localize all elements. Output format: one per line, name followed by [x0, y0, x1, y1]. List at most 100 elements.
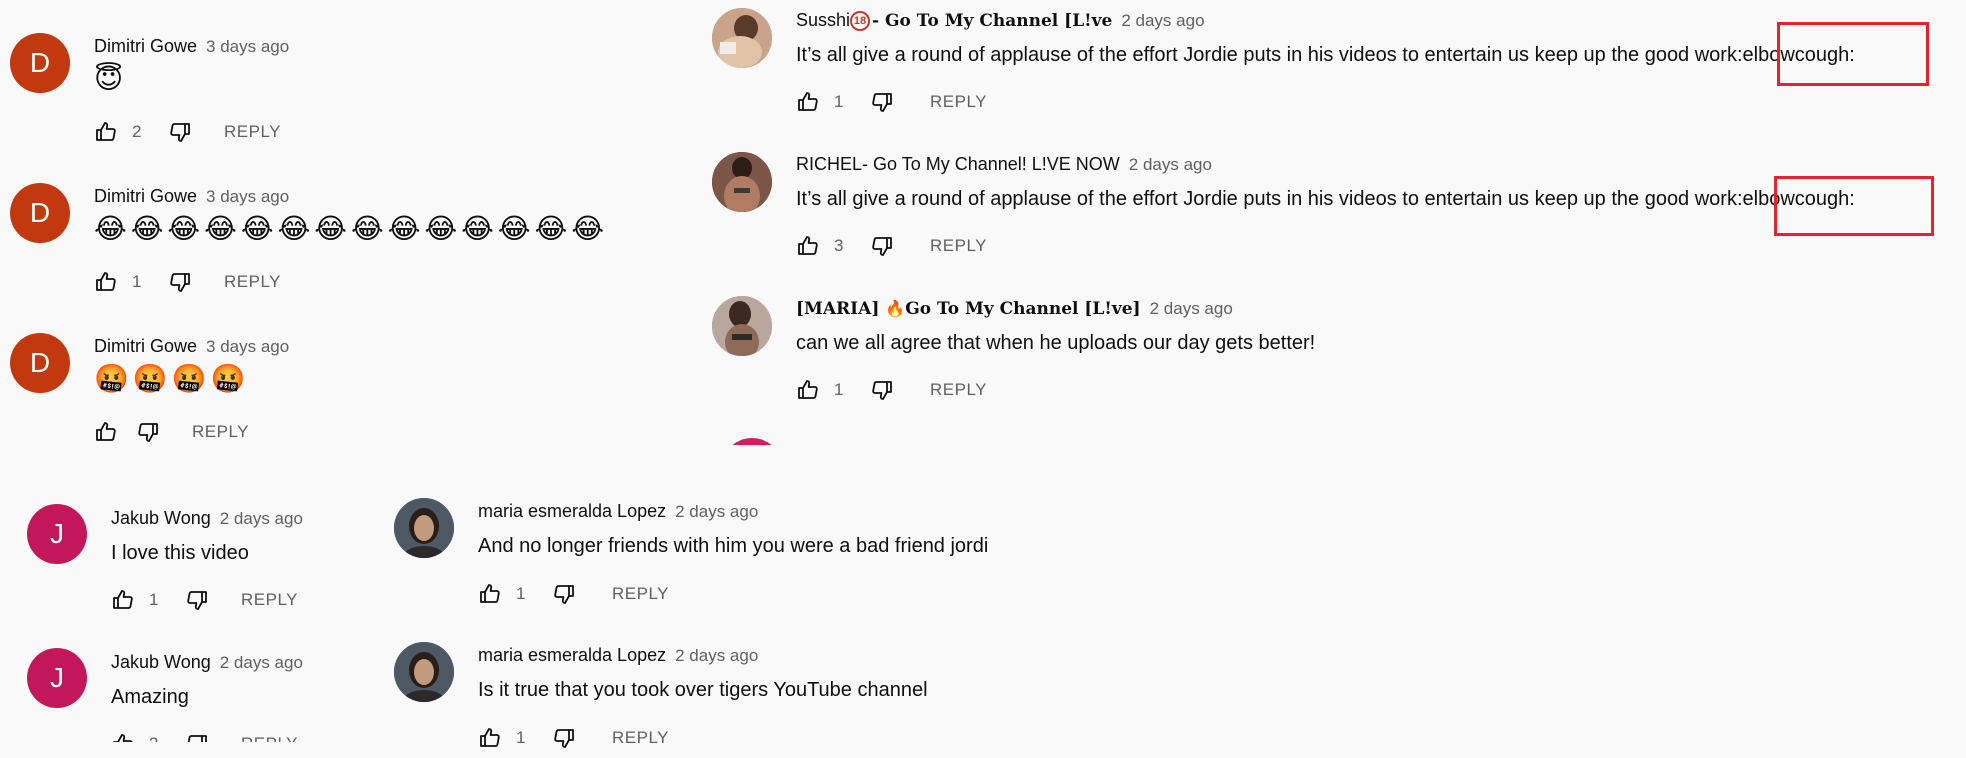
like-icon[interactable] — [92, 268, 120, 296]
reply-button[interactable]: REPLY — [241, 590, 298, 610]
comment-author[interactable]: RICHEL- Go To My Channel! L!VE NOW — [796, 154, 1120, 174]
comment-time[interactable]: 2 days ago — [675, 646, 758, 665]
avatar-letter: D — [29, 47, 51, 78]
reply-button[interactable]: REPLY — [224, 272, 281, 292]
avatar[interactable]: J — [27, 504, 87, 564]
comment-author[interactable]: Dimitri Gowe — [94, 336, 197, 356]
comment-time[interactable]: 2 days ago — [1121, 11, 1204, 30]
comment-text: Amazing — [111, 686, 189, 708]
dislike-icon[interactable] — [868, 232, 896, 260]
comment-author[interactable]: [MARIA] 🔥Go To My Channel [L!ve] — [796, 298, 1141, 319]
comment-item: maria esmeralda Lopez 2 days ago And no … — [380, 470, 1120, 614]
comment-text: It’s all give a round of applause of the… — [796, 44, 1855, 66]
comment-author[interactable]: Jakub Wong — [111, 652, 211, 672]
comment-time[interactable]: 2 days ago — [220, 653, 303, 672]
reply-button[interactable]: REPLY — [192, 422, 249, 442]
reply-button[interactable]: REPLY — [930, 92, 987, 112]
comment-actions: 1 REPLY — [109, 586, 298, 614]
comment-time[interactable]: 2 days ago — [1150, 299, 1233, 318]
dislike-icon[interactable] — [166, 118, 194, 146]
age-18-badge: 18 — [850, 11, 871, 32]
like-icon[interactable] — [476, 580, 504, 608]
comment-item: J Jakub Wong 2 days ago I love this vide… — [0, 470, 380, 614]
reply-button[interactable]: REPLY — [612, 584, 669, 604]
comment-header: [MARIA] 🔥Go To My Channel [L!ve] 2 days … — [796, 298, 1233, 319]
dislike-icon[interactable] — [183, 730, 211, 742]
avatar[interactable]: D — [10, 183, 70, 243]
comment-time[interactable]: 2 days ago — [1129, 155, 1212, 174]
author-name-part: Susshi — [796, 10, 851, 30]
like-icon[interactable] — [476, 724, 504, 752]
comment-time[interactable]: 3 days ago — [206, 37, 289, 56]
like-icon[interactable] — [109, 730, 137, 742]
reply-button[interactable]: REPLY — [224, 122, 281, 142]
comment-author[interactable]: Jakub Wong — [111, 508, 211, 528]
avatar[interactable] — [712, 296, 772, 356]
like-count: 1 — [834, 380, 844, 399]
comment-author[interactable]: Susshi 18- Go To My Channel [L!ve — [796, 10, 1113, 32]
dislike-icon[interactable] — [134, 418, 162, 445]
avatar-photo — [712, 152, 772, 212]
comment-text: can we all agree that when he uploads ou… — [796, 332, 1316, 354]
avatar[interactable]: D — [10, 33, 70, 93]
avatar-letter: D — [29, 347, 51, 378]
like-count: 1 — [516, 728, 526, 747]
like-icon[interactable] — [794, 88, 822, 116]
dislike-icon[interactable] — [550, 580, 578, 608]
comment-item: J Jakub Wong 2 days ago Amazing 2 REPLY — [0, 614, 380, 742]
comment-actions: 1 REPLY — [794, 376, 987, 404]
comment-header: Dimitri Gowe 3 days ago — [94, 36, 289, 57]
avatar[interactable] — [712, 152, 772, 212]
comment-time[interactable]: 3 days ago — [206, 187, 289, 206]
comment-actions: 1 REPLY — [476, 580, 669, 608]
comment-time[interactable]: 2 days ago — [220, 509, 303, 528]
like-count: 1 — [149, 590, 159, 609]
dislike-icon[interactable] — [550, 724, 578, 752]
dislike-icon[interactable] — [868, 88, 896, 116]
dislike-icon[interactable] — [166, 268, 194, 296]
comment-author[interactable]: maria esmeralda Lopez — [478, 501, 666, 521]
like-count: 2 — [132, 122, 142, 141]
comment-actions: 3 REPLY — [794, 232, 987, 260]
comment-time[interactable]: 3 days ago — [206, 337, 289, 356]
reply-button[interactable]: REPLY — [930, 236, 987, 256]
avatar[interactable] — [394, 642, 454, 702]
comment-header: Jakub Wong 2 days ago — [111, 652, 303, 673]
comment-text: Is it true that you took over tigers You… — [478, 679, 928, 701]
avatar[interactable]: D — [10, 333, 70, 393]
comment-author[interactable]: Dimitri Gowe — [94, 36, 197, 56]
avatar-letter: D — [29, 197, 51, 228]
dislike-icon[interactable] — [868, 376, 896, 404]
comment-item: D Dimitri Gowe 3 days ago 🤬🤬🤬🤬 REPLY — [0, 300, 690, 445]
avatar[interactable] — [722, 438, 782, 445]
like-icon[interactable] — [794, 232, 822, 260]
avatar[interactable]: J — [27, 648, 87, 708]
like-icon[interactable] — [794, 376, 822, 404]
avatar-photo — [712, 296, 772, 356]
comment-text: I love this video — [111, 542, 249, 564]
comment-header: RICHEL- Go To My Channel! L!VE NOW 2 day… — [796, 154, 1212, 175]
comment-author[interactable]: maria esmeralda Lopez — [478, 645, 666, 665]
bottom-left-comments: J Jakub Wong 2 days ago I love this vide… — [0, 470, 380, 742]
like-icon[interactable] — [92, 118, 120, 146]
dislike-icon[interactable] — [183, 586, 211, 614]
reply-button[interactable]: REPLY — [612, 728, 669, 748]
like-icon[interactable] — [92, 418, 120, 445]
right-comments-panel: Susshi 18- Go To My Channel [L!ve 2 days … — [700, 0, 1966, 445]
avatar[interactable] — [394, 498, 454, 558]
reply-button[interactable]: REPLY — [241, 734, 298, 742]
avatar-letter: J — [50, 518, 64, 549]
reply-button[interactable]: REPLY — [930, 380, 987, 400]
comment-actions: 1 REPLY — [476, 724, 669, 752]
comment-author[interactable]: Dimitri Gowe — [94, 186, 197, 206]
comment-item: [MARIA] 🔥Go To My Channel [L!ve] 2 days … — [700, 288, 1966, 432]
avatar-photo — [394, 498, 454, 558]
comment-actions: 2 REPLY — [109, 730, 298, 742]
avatar[interactable] — [712, 8, 772, 68]
comment-header: maria esmeralda Lopez 2 days ago — [478, 645, 758, 666]
comment-text: 😂😂😂😂😂😂😂😂😂😂😂😂😂😂 — [94, 212, 609, 245]
comment-time[interactable]: 2 days ago — [675, 502, 758, 521]
author-name-part: - Go To My Channel [L!ve — [872, 11, 1113, 31]
author-name-part: Go To My Channel [L!ve] — [905, 299, 1141, 319]
like-icon[interactable] — [109, 586, 137, 614]
